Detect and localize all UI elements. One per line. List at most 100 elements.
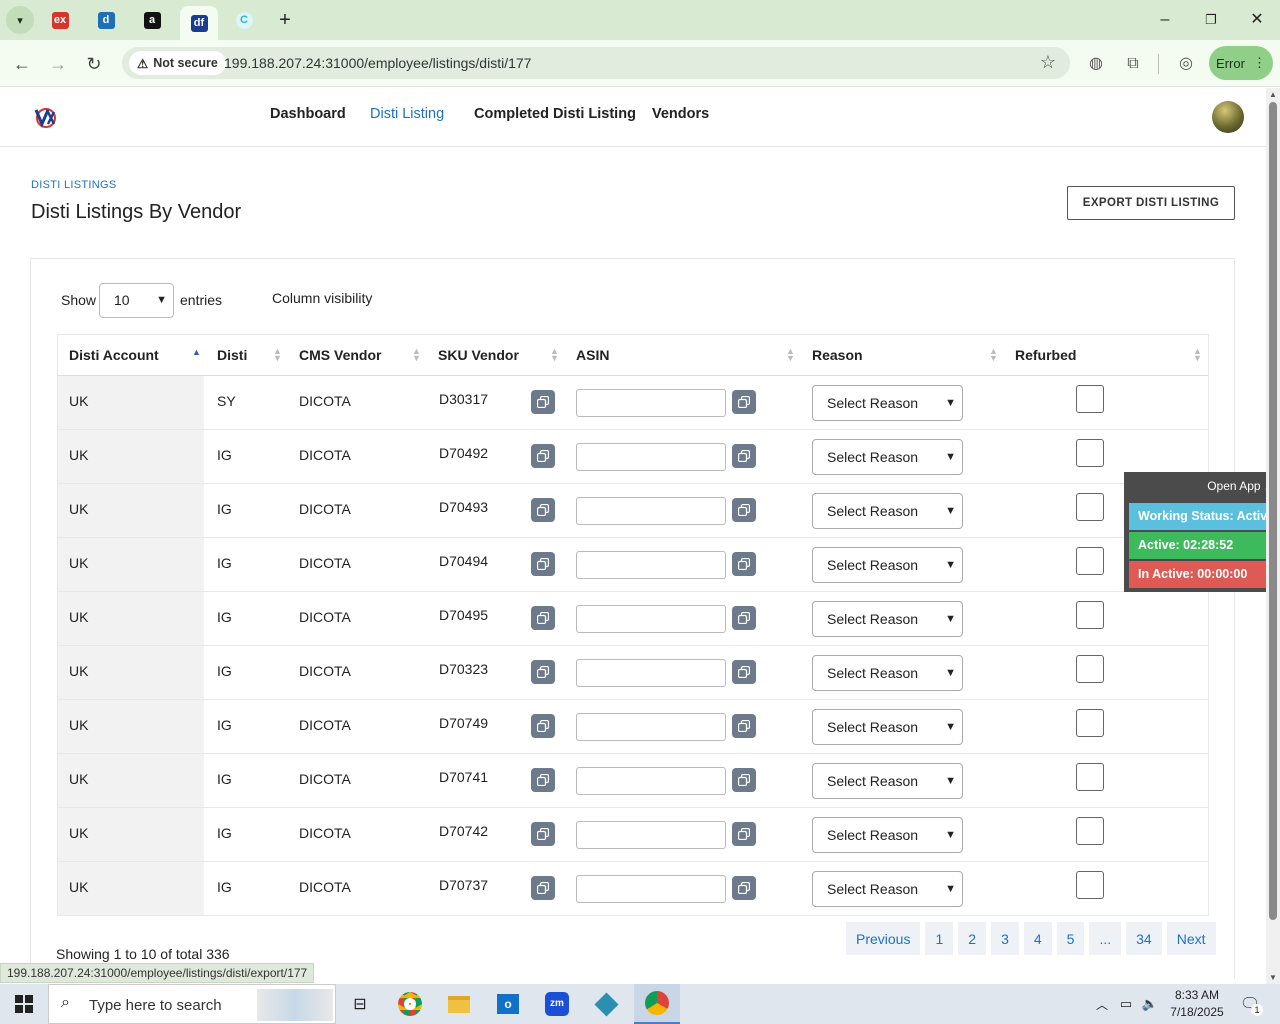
minimize-button[interactable]: – [1150, 8, 1180, 32]
copy-asin-button[interactable] [732, 822, 756, 846]
copy-sku-button[interactable] [531, 822, 555, 846]
refurbed-checkbox[interactable] [1076, 655, 1104, 683]
refurbed-checkbox[interactable] [1076, 817, 1104, 845]
copy-asin-button[interactable] [732, 444, 756, 468]
open-app-link[interactable]: Open App ↗ [1207, 479, 1274, 493]
copy-asin-button[interactable] [732, 552, 756, 576]
copy-sku-button[interactable] [531, 552, 555, 576]
copy-asin-button[interactable] [732, 606, 756, 630]
profile-icon[interactable]: ◎ [1174, 52, 1198, 76]
reload-icon[interactable]: ↻ [82, 52, 106, 76]
tray-chevron-up-icon[interactable]: ︿ [1090, 990, 1114, 1018]
scroll-up-icon[interactable]: ▲ [1269, 90, 1277, 99]
tab-3[interactable]: a [137, 6, 167, 34]
reason-select[interactable]: Select Reason ▼ [812, 763, 963, 799]
copy-sku-button[interactable] [531, 714, 555, 738]
reason-select[interactable]: Select Reason ▼ [812, 385, 963, 421]
header-cms-vendor[interactable]: CMS Vendor [299, 347, 381, 363]
new-tab-button[interactable]: + [270, 6, 300, 34]
asin-input[interactable] [576, 497, 726, 525]
taskbar-search[interactable]: ⌕ Type here to search [48, 984, 336, 1024]
logo-icon[interactable] [32, 104, 58, 130]
task-view-icon[interactable]: ⊟ [342, 990, 378, 1018]
address-bar[interactable]: ⚠ Not secure 199.188.207.24:31000/employ… [122, 47, 1070, 79]
network-icon[interactable]: ▭ [1114, 990, 1138, 1018]
copy-sku-button[interactable] [531, 660, 555, 684]
refurbed-checkbox[interactable] [1076, 709, 1104, 737]
copy-asin-button[interactable] [732, 876, 756, 900]
translate-icon[interactable]: ◍ [1084, 52, 1108, 76]
tab-search-button[interactable]: ▾ [5, 6, 35, 34]
next-page-button[interactable]: Next [1166, 922, 1216, 955]
tab-5[interactable]: C [229, 6, 259, 34]
refurbed-checkbox[interactable] [1076, 547, 1104, 575]
reason-select[interactable]: Select Reason ▼ [812, 709, 963, 745]
copy-asin-button[interactable] [732, 660, 756, 684]
copy-sku-button[interactable] [531, 390, 555, 414]
previous-page-button[interactable]: Previous [846, 922, 921, 955]
page-button[interactable]: 2 [958, 922, 987, 955]
refurbed-checkbox[interactable] [1076, 601, 1104, 629]
page-button[interactable]: 3 [991, 922, 1019, 955]
refurbed-checkbox[interactable] [1076, 439, 1104, 467]
header-reason[interactable]: Reason [812, 347, 863, 363]
file-explorer-icon[interactable] [441, 990, 477, 1018]
reason-select[interactable]: Select Reason ▼ [812, 601, 963, 637]
refurbed-checkbox[interactable] [1076, 493, 1104, 521]
asin-input[interactable] [576, 605, 726, 633]
header-disti[interactable]: Disti [217, 347, 247, 363]
reason-select[interactable]: Select Reason ▼ [812, 547, 963, 583]
scroll-down-icon[interactable]: ▼ [1269, 973, 1277, 982]
taskbar-clock[interactable]: 8:33 AM 7/18/2025 [1162, 987, 1232, 1021]
nav-disti-listing[interactable]: Disti Listing [370, 106, 444, 122]
reason-select[interactable]: Select Reason ▼ [812, 439, 963, 475]
export-disti-listing-button[interactable]: EXPORT DISTI LISTING [1067, 186, 1235, 220]
asin-input[interactable] [576, 713, 726, 741]
asin-input[interactable] [576, 659, 726, 687]
header-disti-account[interactable]: Disti Account [69, 347, 159, 363]
volume-icon[interactable]: 🔈 [1138, 990, 1162, 1018]
page-button[interactable]: 34 [1126, 922, 1162, 955]
entries-select[interactable]: 10 ▼ [99, 283, 174, 318]
copy-sku-button[interactable] [531, 876, 555, 900]
copy-sku-button[interactable] [531, 768, 555, 792]
reason-select[interactable]: Select Reason ▼ [812, 655, 963, 691]
extensions-icon[interactable]: ⧉ [1121, 52, 1145, 76]
windows-start-button[interactable] [0, 984, 48, 1024]
tab-active[interactable]: df [180, 6, 218, 40]
refurbed-checkbox[interactable] [1076, 763, 1104, 791]
copy-asin-button[interactable] [732, 498, 756, 522]
avatar[interactable] [1212, 101, 1244, 133]
copy-sku-button[interactable] [531, 606, 555, 630]
restore-button[interactable]: ❐ [1196, 8, 1226, 32]
bookmark-star-icon[interactable]: ☆ [1040, 52, 1056, 73]
page-button[interactable]: 1 [925, 922, 954, 955]
copy-asin-button[interactable] [732, 390, 756, 414]
close-button[interactable]: ✕ [1242, 8, 1272, 32]
refurbed-checkbox[interactable] [1076, 871, 1104, 899]
tab-1[interactable]: ex [45, 6, 75, 34]
asin-input[interactable] [576, 443, 726, 471]
nav-completed-disti-listing[interactable]: Completed Disti Listing [474, 106, 636, 122]
back-icon[interactable]: ← [10, 52, 34, 76]
nav-vendors[interactable]: Vendors [652, 106, 709, 122]
app-diamond-icon[interactable] [588, 990, 624, 1018]
reason-select[interactable]: Select Reason ▼ [812, 871, 963, 907]
asin-input[interactable] [576, 767, 726, 795]
zoom-icon[interactable]: zm [539, 990, 575, 1018]
column-visibility-button[interactable]: Column visibility [272, 290, 372, 306]
nav-dashboard[interactable]: Dashboard [270, 106, 346, 122]
scroll-thumb[interactable] [1269, 102, 1277, 920]
page-button[interactable]: 5 [1056, 922, 1085, 955]
url-text[interactable]: 199.188.207.24:31000/employee/listings/d… [224, 55, 531, 71]
header-refurbed[interactable]: Refurbed [1015, 347, 1076, 363]
header-asin[interactable]: ASIN [576, 347, 609, 363]
copy-asin-button[interactable] [732, 768, 756, 792]
chrome-taskbar-icon[interactable] [392, 990, 428, 1018]
notifications-icon[interactable]: 🗨 1 [1236, 990, 1264, 1018]
asin-input[interactable] [576, 821, 726, 849]
asin-input[interactable] [576, 875, 726, 903]
tab-2[interactable]: d [91, 6, 121, 34]
page-scrollbar[interactable]: ▲ ▼ [1266, 88, 1280, 984]
reason-select[interactable]: Select Reason ▼ [812, 817, 963, 853]
